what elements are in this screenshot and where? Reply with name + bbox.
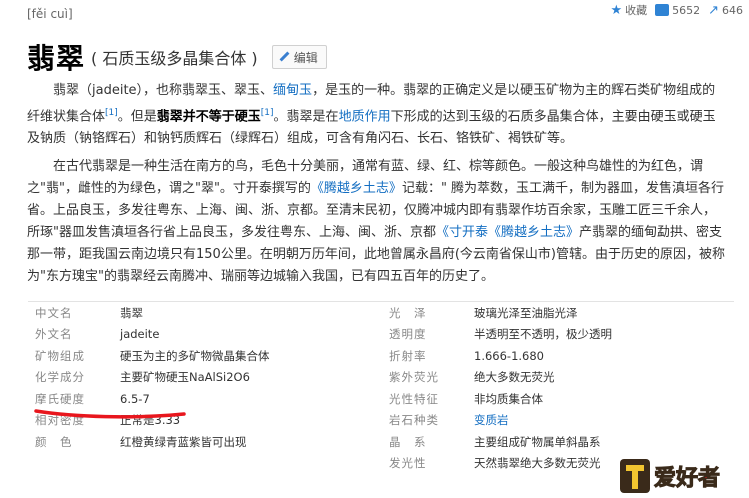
- link-dizhi-zuoyong[interactable]: 地质作用: [339, 109, 391, 124]
- watermark-logo: 爱好者: [620, 459, 721, 493]
- info-label: 化学成分: [35, 370, 85, 385]
- info-label: 颜 色: [35, 434, 73, 449]
- info-value: 半透明至不透明，极少透明: [474, 327, 612, 342]
- action-bar: ★ 收藏 5652 ↗ 646: [610, 2, 743, 18]
- info-value: 翡翠: [120, 305, 143, 320]
- info-row: 折射率 1.666-1.680: [382, 345, 734, 367]
- info-value: 绝大多数无荧光: [474, 370, 555, 385]
- info-label: 摩氏硬度: [35, 391, 85, 406]
- info-label: 发光性: [389, 456, 427, 471]
- info-value: 非均质集合体: [474, 391, 543, 406]
- title-row: 翡翠 ( 石质玉级多晶集合体 ) 编辑: [27, 37, 327, 77]
- info-left-column: 中文名 翡翠 外文名 jadeite 矿物组成 硬玉为主的多矿物微晶集合体 化学成分 主…: [28, 302, 380, 453]
- intro-text-a: 翡翠（jadeite），也称翡翠玉、翠玉、: [53, 83, 274, 98]
- info-row: 透明度 半透明至不透明，极少透明: [382, 324, 734, 346]
- link-cunkaitai-tengyue[interactable]: 《寸开泰《腾越乡土志》: [436, 225, 579, 240]
- info-label: 透明度: [389, 327, 427, 342]
- thumbs-up-icon: [655, 4, 670, 16]
- history-paragraph: 在古代翡翠是一种生活在南方的鸟，毛色十分美丽，通常有蓝、绿、红、棕等颜色。一般这…: [27, 156, 727, 288]
- edit-label: 编辑: [293, 50, 318, 65]
- info-value: 玻璃光泽至油脂光泽: [474, 305, 578, 320]
- intro-text-c: 。但是: [117, 109, 157, 125]
- info-label: 晶 系: [389, 434, 427, 449]
- like-button[interactable]: 5652: [655, 4, 700, 17]
- red-underline-annotation: [34, 409, 186, 419]
- link-tengyue-xiangtuzhi[interactable]: 《腾越乡土志》: [311, 181, 402, 196]
- info-label: 光 泽: [389, 305, 427, 320]
- info-value: 主要组成矿物属单斜晶系: [474, 434, 601, 449]
- share-button[interactable]: ↗ 646: [708, 3, 743, 18]
- info-label: 矿物组成: [35, 348, 85, 363]
- collect-label: 收藏: [625, 4, 648, 17]
- reference-2[interactable]: [1]: [261, 108, 274, 118]
- info-value: 硬玉为主的多矿物微晶集合体: [120, 348, 270, 363]
- edit-button[interactable]: 编辑: [271, 45, 327, 69]
- collect-button[interactable]: ★ 收藏: [610, 2, 647, 18]
- info-label: 岩石种类: [389, 413, 439, 428]
- info-value: 天然翡翠绝大多数无荧光: [474, 456, 601, 471]
- info-value: 1.666-1.680: [474, 348, 544, 363]
- link-miandian-yu[interactable]: 缅甸玉: [273, 83, 312, 98]
- pinyin: [fěi cuì]: [27, 7, 73, 21]
- info-right-column: 光 泽 玻璃光泽至油脂光泽 透明度 半透明至不透明，极少透明 折射率 1.666-1.…: [382, 302, 734, 474]
- info-row: 中文名 翡翠: [28, 302, 380, 324]
- star-icon: ★: [610, 2, 623, 18]
- info-value: 主要矿物硬玉NaAlSi2O6: [120, 370, 250, 385]
- info-label: 中文名: [35, 305, 73, 320]
- watermark-text: 爱好者: [654, 465, 720, 491]
- info-row: 岩石种类 变质岩: [382, 410, 734, 432]
- info-row: 矿物组成 硬玉为主的多矿物微晶集合体: [28, 345, 380, 367]
- info-row: 化学成分 主要矿物硬玉NaAlSi2O6: [28, 367, 380, 389]
- info-row: 紫外荧光 绝大多数无荧光: [382, 367, 734, 389]
- info-value: 6.5-7: [120, 391, 150, 406]
- intro-bold: 翡翠并不等于硬玉: [156, 109, 261, 125]
- top-bar: [fěi cuì] ★ 收藏 5652 ↗ 646: [0, 0, 749, 24]
- intro-paragraph: 翡翠（jadeite），也称翡翠玉、翠玉、缅甸玉，是玉的一种。翡翠的正确定义是以…: [27, 80, 727, 150]
- info-row: 外文名 jadeite: [28, 324, 380, 346]
- share-count: 646: [722, 3, 743, 17]
- info-row: 光性特征 非均质集合体: [382, 388, 734, 410]
- info-row: 摩氏硬度 6.5-7: [28, 388, 380, 410]
- info-row: 晶 系 主要组成矿物属单斜晶系: [382, 431, 734, 453]
- info-value: 红橙黄绿青蓝紫皆可出现: [120, 434, 247, 449]
- info-row: 光 泽 玻璃光泽至油脂光泽: [382, 302, 734, 324]
- info-label: 折射率: [389, 348, 427, 363]
- info-row: 颜 色 红橙黄绿青蓝紫皆可出现: [28, 431, 380, 453]
- pencil-icon: [279, 52, 289, 62]
- intro-text-d: 。翡翠是在: [273, 109, 339, 125]
- info-label: 紫外荧光: [389, 370, 439, 385]
- reference-1[interactable]: [1]: [105, 108, 118, 118]
- info-value: jadeite: [120, 327, 160, 342]
- info-value-link[interactable]: 变质岩: [472, 412, 509, 428]
- page-title: 翡翠: [27, 42, 86, 75]
- page-subtitle: ( 石质玉级多晶集合体 ): [91, 49, 258, 68]
- like-count: 5652: [672, 3, 701, 17]
- info-label: 光性特征: [389, 391, 439, 406]
- info-label: 外文名: [35, 327, 73, 342]
- share-icon: ↗: [708, 2, 719, 18]
